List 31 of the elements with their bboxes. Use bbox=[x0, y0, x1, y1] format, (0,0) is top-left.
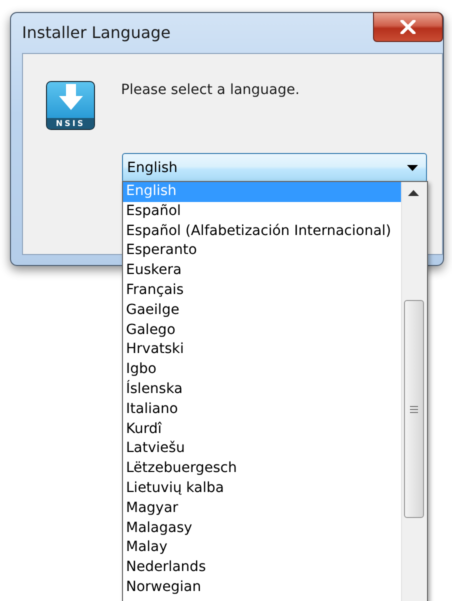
language-option[interactable]: Hrvatski bbox=[123, 340, 401, 360]
language-option[interactable]: Magyar bbox=[123, 498, 401, 519]
close-icon bbox=[400, 20, 416, 34]
language-option[interactable]: Norwegian bbox=[123, 578, 401, 598]
grip-icon bbox=[410, 406, 418, 412]
language-option[interactable]: Nederlands bbox=[123, 558, 401, 578]
language-option[interactable]: Lëtzebuergesch bbox=[123, 459, 401, 479]
scroll-up-icon bbox=[408, 190, 419, 196]
prompt-text: Please select a language. bbox=[121, 82, 300, 98]
dropdown-arrow-icon bbox=[407, 165, 418, 171]
language-option[interactable]: Igbo bbox=[123, 360, 401, 380]
scrollbar[interactable] bbox=[401, 182, 427, 601]
close-button[interactable] bbox=[373, 12, 443, 42]
language-dropdown[interactable]: English bbox=[122, 153, 427, 183]
language-option[interactable]: Español (Alfabetización Internacional) bbox=[123, 222, 401, 242]
language-option[interactable]: Kurdî bbox=[123, 420, 401, 440]
language-option[interactable]: Malay bbox=[123, 538, 401, 558]
language-option[interactable]: Euskera bbox=[123, 261, 401, 281]
language-option[interactable]: Italiano bbox=[123, 400, 401, 420]
scroll-thumb[interactable] bbox=[404, 300, 424, 518]
window-title: Installer Language bbox=[22, 23, 171, 42]
language-option[interactable]: Lietuvių kalba bbox=[123, 478, 401, 499]
language-option[interactable]: Esperanto bbox=[123, 241, 401, 262]
language-option[interactable]: Español bbox=[123, 202, 401, 222]
language-option[interactable]: Gaeilge bbox=[123, 300, 401, 321]
language-option[interactable]: Galego bbox=[123, 320, 401, 340]
installer-logo: NSIS bbox=[46, 81, 95, 130]
language-option[interactable]: Íslenska bbox=[123, 380, 401, 400]
language-option[interactable]: Latviešu bbox=[123, 439, 401, 460]
language-option[interactable]: Malagasy bbox=[123, 518, 401, 538]
language-option[interactable]: Français bbox=[123, 280, 401, 301]
